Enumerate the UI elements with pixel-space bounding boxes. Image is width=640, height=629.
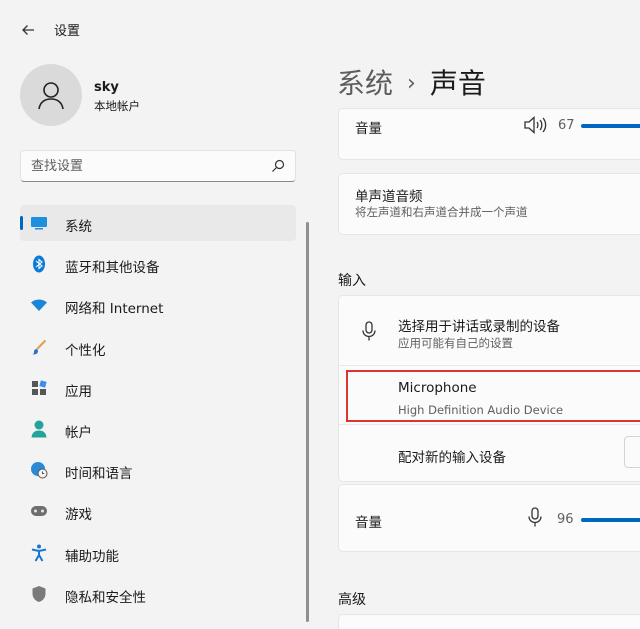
input-volume-value: 96 [557, 512, 574, 527]
sidebar-scrollbar[interactable] [306, 222, 309, 622]
sidebar-item-label: 时间和语言 [65, 466, 133, 483]
sidebar-item-label: 帐户 [65, 424, 92, 441]
app-title: 设置 [54, 24, 81, 39]
pair-input-device-label: 配对新的输入设备 [398, 450, 506, 466]
search-icon[interactable] [271, 159, 285, 173]
person-icon [38, 82, 64, 110]
output-volume-slider[interactable] [581, 124, 640, 128]
gamepad-icon [30, 502, 48, 520]
output-volume-value: 67 [558, 118, 575, 133]
search-box[interactable] [20, 150, 296, 182]
input-volume-label: 音量 [355, 515, 382, 531]
back-button[interactable] [14, 16, 42, 44]
mono-audio-description: 将左声道和右声道合并成一个声道 [355, 205, 528, 219]
sidebar-item-label: 应用 [65, 383, 92, 400]
page-title: 声音 [429, 67, 486, 100]
breadcrumb-parent[interactable]: 系统 [337, 67, 393, 100]
sidebar-item-accessibility[interactable]: 辅助功能 [20, 535, 296, 571]
globe-clock-icon [30, 461, 48, 479]
breadcrumb-separator: › [407, 71, 416, 96]
sidebar-item-label: 隐私和安全性 [65, 589, 146, 606]
sidebar-item-personalization[interactable]: 个性化 [20, 329, 296, 365]
bluetooth-icon [30, 255, 48, 273]
sidebar-item-time-language[interactable]: 时间和语言 [20, 452, 296, 488]
microphone-icon [362, 321, 376, 341]
sidebar-item-label: 游戏 [65, 507, 92, 524]
microphone-icon[interactable] [527, 507, 543, 529]
microphone-device-description: High Definition Audio Device [398, 403, 564, 417]
sidebar-nav: 系统 蓝牙和其他设备 网络和 Internet 个性化 应用 帐户 时间和语言 … [20, 205, 296, 617]
apps-icon [30, 379, 48, 397]
breadcrumb: 系统 › 声音 [337, 62, 486, 102]
accessibility-icon [30, 544, 48, 562]
input-section-heading: 输入 [338, 273, 366, 289]
speaker-icon[interactable] [523, 115, 547, 135]
sidebar-item-label: 网络和 Internet [65, 301, 164, 318]
user-name: sky [94, 80, 119, 95]
add-device-button[interactable] [624, 436, 640, 468]
microphone-device-option[interactable]: Microphone High Definition Audio Device [339, 366, 640, 424]
pair-divider [339, 424, 640, 425]
sidebar-item-label: 辅助功能 [65, 548, 119, 565]
sidebar-item-network[interactable]: 网络和 Internet [20, 287, 296, 323]
mono-audio-title: 单声道音频 [355, 189, 423, 205]
advanced-section-heading: 高级 [338, 592, 366, 608]
avatar [20, 64, 82, 126]
input-volume-slider[interactable] [581, 518, 640, 522]
sidebar-item-label: 蓝牙和其他设备 [65, 260, 160, 277]
shield-icon [30, 585, 48, 603]
brush-icon [30, 338, 48, 356]
title-bar: 设置 [0, 0, 640, 56]
sidebar-item-gaming[interactable]: 游戏 [20, 493, 296, 529]
choose-input-title: 选择用于讲话或录制的设备 [398, 319, 560, 335]
advanced-card [338, 614, 640, 629]
account-type: 本地帐户 [94, 99, 140, 113]
output-volume-label: 音量 [355, 121, 382, 137]
sidebar-item-apps[interactable]: 应用 [20, 370, 296, 406]
choose-input-description: 应用可能有自己的设置 [398, 336, 513, 350]
sidebar-item-system[interactable]: 系统 [20, 205, 296, 241]
sidebar-item-bluetooth[interactable]: 蓝牙和其他设备 [20, 246, 296, 282]
person-icon [30, 420, 48, 438]
sidebar-item-privacy[interactable]: 隐私和安全性 [20, 576, 296, 612]
search-input[interactable] [21, 151, 261, 181]
sidebar-item-label: 个性化 [65, 342, 106, 359]
mono-audio-card[interactable]: 单声道音频 将左声道和右声道合并成一个声道 [338, 173, 640, 235]
input-volume-card: 音量 96 [338, 484, 640, 552]
back-arrow-icon [22, 25, 34, 35]
account-card[interactable]: sky 本地帐户 [20, 64, 300, 128]
sidebar-item-label: 系统 [65, 219, 92, 235]
input-device-card: 选择用于讲话或录制的设备 应用可能有自己的设置 Microphone High … [338, 295, 640, 482]
wifi-icon [30, 296, 48, 314]
microphone-device-name: Microphone [398, 380, 477, 396]
monitor-icon [30, 214, 48, 232]
output-volume-card: 音量 67 [338, 108, 640, 160]
sidebar-item-accounts[interactable]: 帐户 [20, 411, 296, 447]
